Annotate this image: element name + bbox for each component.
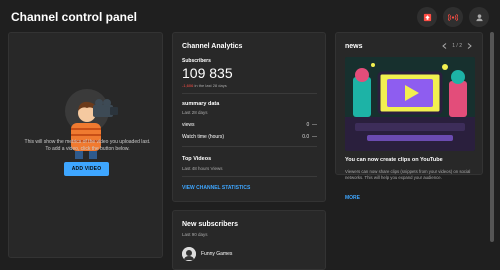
news-clips-illustration[interactable] xyxy=(345,57,475,151)
avatar-image xyxy=(182,247,196,261)
subscribers-label: Subscribers xyxy=(182,58,211,64)
news-more-link[interactable]: MORE xyxy=(345,195,360,201)
empty-text-line1: This will show the metrics of the video … xyxy=(24,139,151,145)
news-body: Viewers can now share clips (snippets fr… xyxy=(345,169,471,180)
subscribers-change: -1,606 in the last 28 days xyxy=(182,83,227,88)
page-title: Channel control panel xyxy=(11,10,138,24)
live-icon xyxy=(448,13,458,21)
summary-title: summary data xyxy=(182,101,220,107)
account-icon xyxy=(475,13,483,21)
top-actions xyxy=(417,7,489,27)
watch-time-value: 0.0 xyxy=(302,134,310,140)
upload-button[interactable] xyxy=(417,7,437,27)
new-subscribers-card: New subscribers Last 90 days Funny Games xyxy=(172,210,326,270)
channel-analytics-card: Channel Analytics Subscribers 109 835 -1… xyxy=(172,32,326,202)
subscribers-change-value: -1,606 xyxy=(182,83,194,88)
chevron-right-icon[interactable] xyxy=(467,43,472,49)
avatar[interactable] xyxy=(182,247,196,261)
views-value-group: 0 — xyxy=(306,122,317,128)
views-trend: — xyxy=(312,122,317,128)
new-subscribers-title: New subscribers xyxy=(182,221,239,228)
top-videos-title: Top Videos xyxy=(182,156,212,162)
chevron-left-icon[interactable] xyxy=(442,43,447,49)
news-title: news xyxy=(345,43,363,50)
news-headline: You can now create clips on YouTube xyxy=(345,157,443,163)
upload-icon xyxy=(423,13,431,21)
news-page-indicator: 1 / 2 xyxy=(452,43,462,49)
last-video-card: This will show the metrics of the video … xyxy=(8,32,163,258)
views-label: views xyxy=(182,122,195,128)
add-video-button[interactable]: ADD VIDEO xyxy=(64,162,109,176)
watch-time-value-group: 0.0 — xyxy=(302,134,317,140)
empty-state-text: This will show the metrics of the video … xyxy=(15,139,160,153)
analytics-title: Channel Analytics xyxy=(182,43,243,50)
view-channel-statistics-link[interactable]: VIEW CHANNEL STATISTICS xyxy=(182,185,250,191)
new-subscribers-period: Last 90 days xyxy=(182,232,208,237)
watch-time-trend: — xyxy=(312,134,317,140)
views-row: views 0 — xyxy=(182,122,317,128)
divider xyxy=(182,176,317,177)
news-pagination: 1 / 2 xyxy=(442,43,472,49)
subscriber-name[interactable]: Funny Games xyxy=(201,251,232,257)
account-button[interactable] xyxy=(469,7,489,27)
subscribers-count: 109 835 xyxy=(182,65,233,81)
top-videos-period: Last 48 hours Views xyxy=(182,166,223,171)
watch-time-label: Watch time (hours) xyxy=(182,134,225,140)
news-card: news 1 / 2 You can now create clips on Y… xyxy=(335,32,483,201)
scrollbar[interactable] xyxy=(490,32,494,242)
divider xyxy=(182,146,317,147)
watch-time-row: Watch time (hours) 0.0 — xyxy=(182,134,317,140)
views-value: 0 xyxy=(306,122,310,128)
live-button[interactable] xyxy=(443,7,463,27)
summary-period: Last 28 days xyxy=(182,110,208,115)
divider xyxy=(182,93,317,94)
top-bar: Channel control panel xyxy=(0,0,500,32)
empty-text-line2: To add a video, click the button below. xyxy=(45,146,130,152)
subscribers-change-suffix: in the last 28 days xyxy=(194,83,227,88)
